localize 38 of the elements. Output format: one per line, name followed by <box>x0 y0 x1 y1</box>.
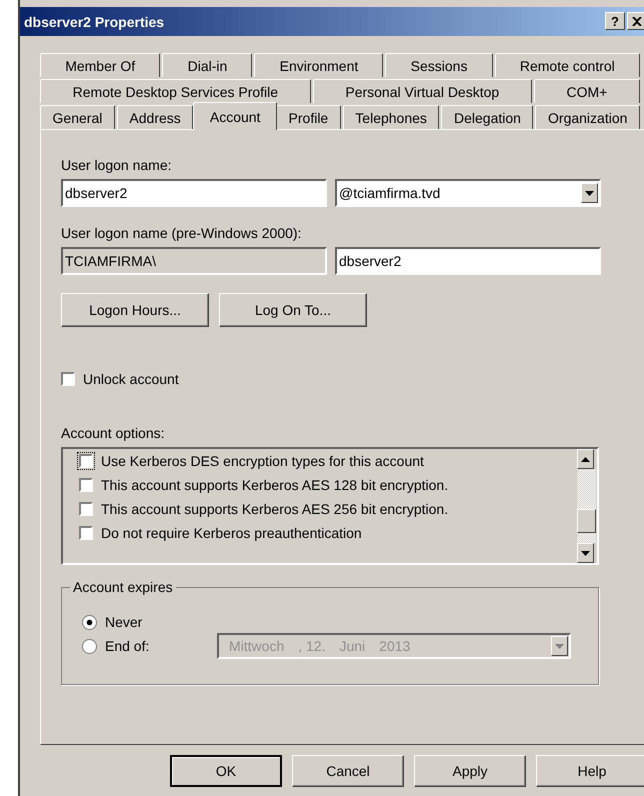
tab[interactable]: Personal Virtual Desktop <box>312 79 532 103</box>
tab[interactable]: Profile <box>276 105 341 129</box>
field-label: User logon name: <box>61 157 173 173</box>
tab[interactable]: Organization <box>535 105 640 129</box>
domain-dropdown[interactable]: @tciamfirma.tvd <box>335 179 601 207</box>
tab[interactable]: Delegation <box>441 105 534 129</box>
section-label: Account options: <box>61 425 166 441</box>
tab[interactable]: Address <box>116 105 194 129</box>
logon-name-field[interactable]: dbserver2 <box>61 179 327 207</box>
radio-label: Never <box>105 614 144 630</box>
tab[interactable]: Telephones <box>342 105 440 129</box>
tab[interactable]: Dial-in <box>162 53 252 77</box>
tab[interactable]: General <box>40 105 115 129</box>
tab[interactable]: COM+ <box>534 79 640 103</box>
logon-name-field[interactable]: dbserver2 <box>335 247 601 275</box>
dialog-button[interactable]: OK <box>170 755 282 787</box>
checkbox-label: Unlock account <box>83 371 179 387</box>
group-title: Account expires <box>70 579 176 595</box>
option-label: Use Kerberos DES encryption types for this account <box>101 453 424 469</box>
dialog-button[interactable]: Apply <box>414 755 526 787</box>
tab[interactable]: Remote Desktop Services Profile <box>40 79 311 103</box>
dialog-button[interactable]: Help <box>536 755 644 787</box>
option-label: This account supports Kerberos AES 256 bit encryption. <box>101 501 448 517</box>
dialog-button[interactable]: Cancel <box>292 755 404 787</box>
tab[interactable]: Environment <box>254 53 384 77</box>
action-button[interactable]: Log On To... <box>219 293 367 327</box>
help-button[interactable]: ? <box>605 12 625 30</box>
radio-label: End of: <box>105 638 150 654</box>
tab[interactable]: Sessions <box>385 53 493 77</box>
tab[interactable]: Member Of <box>40 53 160 77</box>
window-title: dbserver2 Properties <box>24 14 164 30</box>
domain-field[interactable]: TCIAMFIRMA\ <box>61 247 327 275</box>
action-button[interactable]: Logon Hours... <box>61 293 209 327</box>
option-label: Do not require Kerberos preauthentication <box>101 525 362 541</box>
option-label: This account supports Kerberos AES 128 bit encryption. <box>101 477 448 493</box>
tab[interactable]: Remote control <box>494 53 640 77</box>
field-label: User logon name (pre-Windows 2000): <box>61 225 302 241</box>
tab[interactable]: Account <box>193 102 277 130</box>
